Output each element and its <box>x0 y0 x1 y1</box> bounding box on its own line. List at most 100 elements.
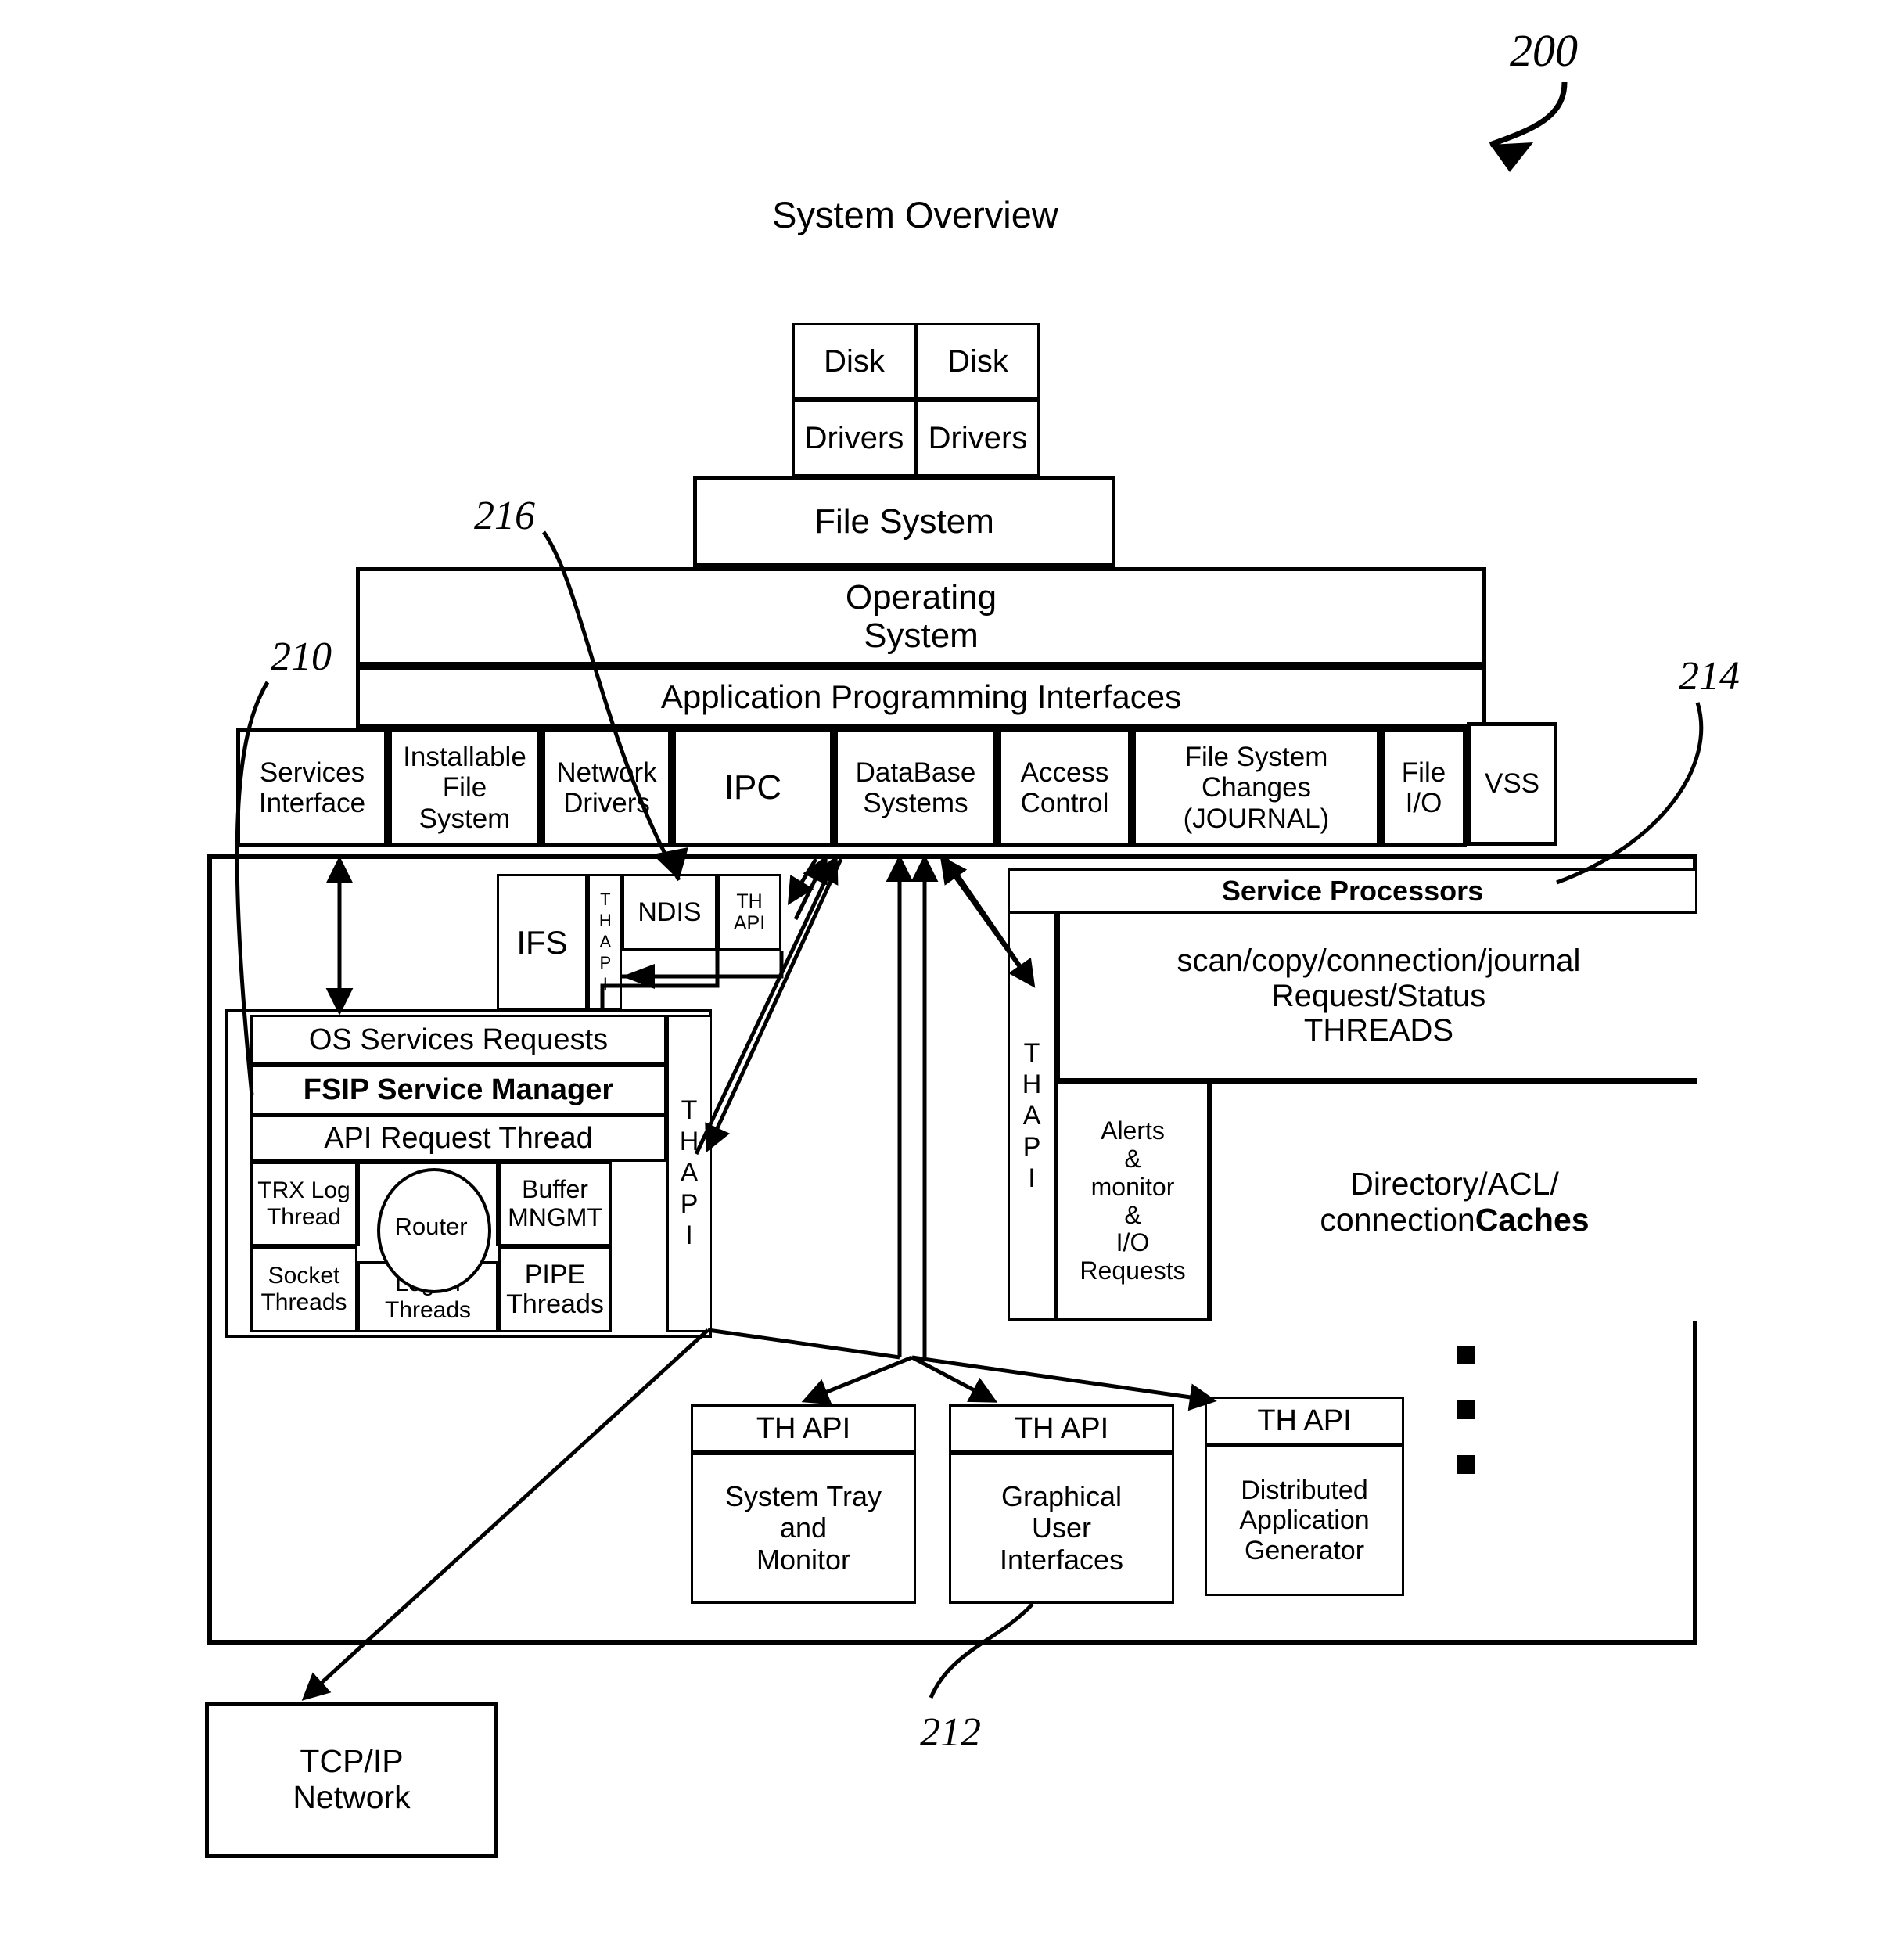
api-label-line2: I/O <box>1405 788 1442 818</box>
reference-numeral-212: 212 <box>920 1710 981 1756</box>
tcp-ip-network-box: TCP/IP Network <box>205 1702 498 1858</box>
socket-threads-box: Socket Threads <box>250 1246 357 1332</box>
client-app-body-line2: Application <box>1239 1505 1370 1536</box>
reference-numeral-214: 214 <box>1679 654 1740 699</box>
trx-log-thread-label-line2: Thread <box>266 1204 342 1230</box>
file-system-box: File System <box>693 476 1115 567</box>
alerts-label-line1: Alerts <box>1101 1116 1165 1145</box>
api-column-services-interface: Services Interface <box>236 728 388 847</box>
api-request-thread-row: API Request Thread <box>250 1115 666 1162</box>
ndis-box: NDIS <box>622 874 717 951</box>
buffer-mngmt-label-line1: Buffer <box>522 1175 588 1204</box>
client-app-header: TH API <box>949 1404 1174 1453</box>
client-app-graphical-user-interfaces: TH API Graphical User Interfaces <box>949 1404 1174 1604</box>
disk-left-box: Disk <box>792 323 916 400</box>
drivers-left-box: Drivers <box>792 400 916 476</box>
trx-log-thread-label-line1: TRX Log <box>257 1177 350 1204</box>
alerts-label-line3: monitor <box>1090 1172 1175 1201</box>
api-column-file-system-changes-journal: File System Changes (JOURNAL) <box>1132 728 1381 847</box>
service-manager-side-thapi-label: THAPI <box>674 1095 705 1252</box>
api-column-access-control: Access Control <box>997 728 1132 847</box>
api-column-installable-file-system: Installable File System <box>388 728 541 847</box>
logon-threads-label-line2: Threads <box>384 1296 472 1323</box>
api-column-ipc: IPC <box>672 728 834 847</box>
api-label-line1: VSS <box>1484 768 1540 800</box>
client-app-body-line3: Interfaces <box>999 1543 1124 1576</box>
api-column-network-drivers: Network Drivers <box>541 728 672 847</box>
ndis-thapi-label-line2: API <box>733 912 766 934</box>
api-label-line2: File <box>442 772 487 803</box>
pipe-threads-label-line1: PIPE <box>524 1259 586 1289</box>
operating-system-label-line2: System <box>864 617 979 655</box>
client-app-body-line2: User <box>1031 1512 1091 1544</box>
buffer-mngmt-label-line2: MNGMT <box>508 1203 602 1231</box>
api-label-line1: Access <box>1020 757 1109 788</box>
api-label-line2: Changes <box>1201 772 1312 803</box>
caches-label-line2: connection Caches <box>1320 1202 1589 1238</box>
api-label-line1: Services <box>259 757 365 788</box>
client-app-body-line2: and <box>779 1512 828 1544</box>
threads-label-line3: THREADS <box>1303 1013 1454 1048</box>
pipe-threads-box: PIPE Threads <box>498 1246 612 1332</box>
buffer-mngmt-box: Buffer MNGMT <box>498 1162 612 1246</box>
threads-label-line2: Request/Status <box>1271 978 1486 1013</box>
caches-label-line1: Directory/ACL/ <box>1350 1166 1559 1202</box>
api-label-line2: Drivers <box>563 788 650 818</box>
vertical-ellipsis <box>1457 1346 1480 1486</box>
api-column-file-io: File I/O <box>1381 728 1467 847</box>
tcp-ip-network-label-line1: TCP/IP <box>300 1743 404 1780</box>
pipe-threads-label-line2: Threads <box>506 1289 604 1319</box>
alerts-label-line5: I/O <box>1115 1228 1150 1257</box>
ellipsis-dot <box>1457 1400 1475 1419</box>
socket-threads-label-line1: Socket <box>268 1263 340 1289</box>
api-label-line2: Control <box>1020 788 1109 818</box>
service-processors-header: Service Processors <box>1008 868 1697 914</box>
figure-number-200: 200 <box>1510 24 1578 76</box>
client-app-system-tray: TH API System Tray and Monitor <box>691 1404 916 1604</box>
alerts-label-line4: & <box>1124 1200 1141 1229</box>
client-app-distributed-application-generator: TH API Distributed Application Generator <box>1205 1397 1404 1596</box>
application-programming-interfaces-band: Application Programming Interfaces <box>356 666 1486 728</box>
ellipsis-dot <box>1457 1455 1475 1474</box>
service-processors-side-thapi: THAPI <box>1008 914 1056 1321</box>
alerts-monitor-io-requests-box: Alerts & monitor & I/O Requests <box>1056 1082 1209 1321</box>
service-processors-side-thapi-label: THAPI <box>1017 1037 1047 1195</box>
operating-system-box: Operating System <box>356 567 1486 666</box>
client-app-body-line1: Graphical <box>1000 1480 1123 1513</box>
alerts-label-line2: & <box>1124 1144 1141 1173</box>
api-label-line1: DataBase <box>855 757 976 788</box>
client-app-body: Graphical User Interfaces <box>949 1453 1174 1604</box>
api-label-line1: IPC <box>724 768 782 807</box>
operating-system-label-line1: Operating <box>845 577 997 617</box>
patent-figure-canvas: 200 System Overview 216 210 214 212 Disk… <box>0 0 1904 1934</box>
ifs-thapi-label: THAPI <box>595 890 616 995</box>
reference-numeral-216: 216 <box>474 494 535 539</box>
fsip-service-manager-row: FSIP Service Manager <box>250 1065 666 1115</box>
client-app-body-line1: Distributed <box>1241 1476 1368 1506</box>
ndis-thapi-label-line1: TH <box>736 890 763 912</box>
router-label: Router <box>394 1213 468 1241</box>
directory-acl-connection-caches-box: Directory/ACL/ connection Caches <box>1209 1082 1697 1321</box>
api-column-database-systems: DataBase Systems <box>834 728 997 847</box>
service-manager-side-thapi: THAPI <box>666 1015 712 1332</box>
os-services-requests-row: OS Services Requests <box>250 1015 666 1065</box>
api-label-line2: Interface <box>258 788 366 818</box>
api-label-line1: File <box>1401 757 1446 788</box>
api-label-line1: Installable <box>403 742 526 773</box>
api-column-vss: VSS <box>1467 722 1557 846</box>
tcp-ip-network-label-line2: Network <box>293 1779 411 1815</box>
client-app-body: Distributed Application Generator <box>1205 1445 1404 1596</box>
disk-right-box: Disk <box>916 323 1040 400</box>
client-app-header: TH API <box>1205 1397 1404 1445</box>
api-label-line3: System <box>419 803 511 834</box>
client-app-body-line3: Generator <box>1244 1535 1365 1566</box>
client-app-body-line3: Monitor <box>756 1543 851 1576</box>
api-label-line1: File System <box>1184 742 1328 773</box>
ndis-thapi-box: TH API <box>717 874 781 951</box>
ifs-box: IFS <box>497 874 587 1011</box>
alerts-label-line6: Requests <box>1080 1256 1186 1285</box>
reference-numeral-210: 210 <box>271 634 332 680</box>
ellipsis-dot <box>1457 1346 1475 1364</box>
caches-label-line2a: connection <box>1320 1202 1475 1238</box>
ifs-thapi-box: THAPI <box>587 874 622 1011</box>
